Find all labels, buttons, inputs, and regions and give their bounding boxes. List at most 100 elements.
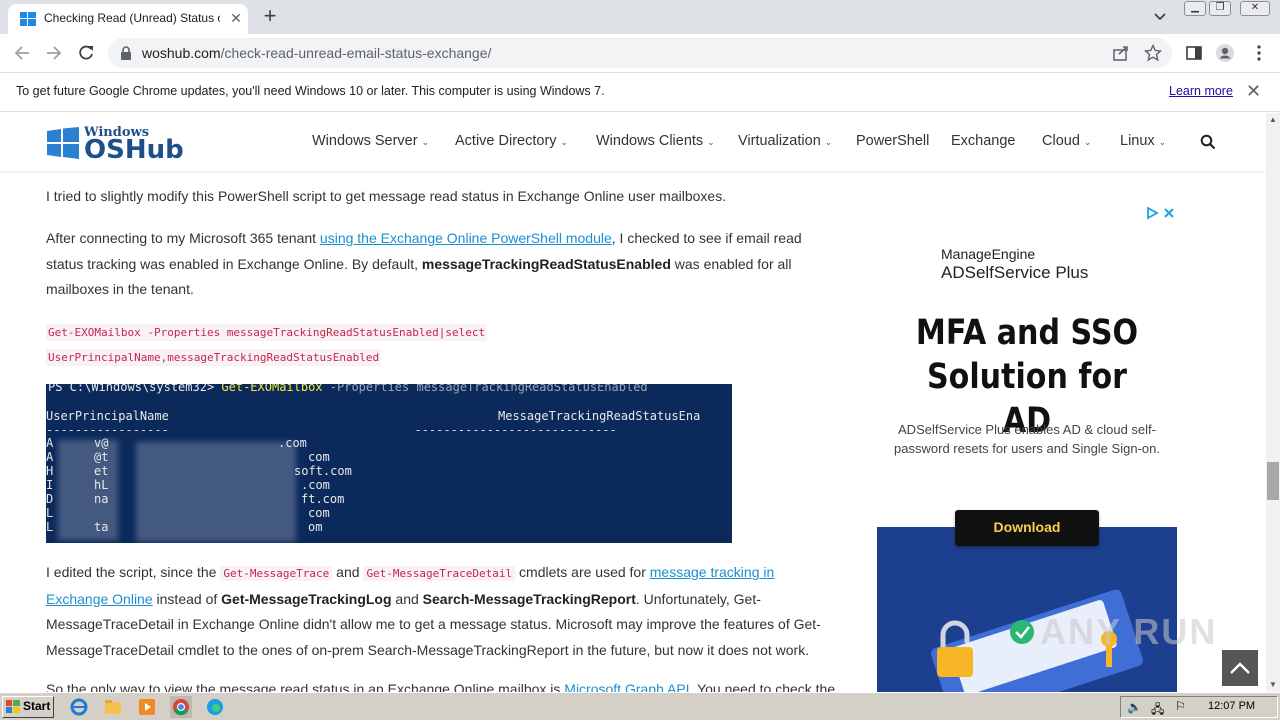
nav-label: Windows Clients	[596, 133, 704, 149]
ad-illustration[interactable]	[877, 527, 1177, 692]
chevron-down-icon: ⌄	[1158, 137, 1167, 147]
ps-prompt: PS C:\Windows\system32>	[48, 384, 222, 394]
learn-more-link[interactable]: Learn more	[1169, 84, 1233, 98]
paragraph-1: I tried to slightly modify this PowerShe…	[46, 188, 727, 204]
text: instead of	[152, 590, 222, 607]
text: and	[332, 564, 364, 580]
url-path: /check-read-unread-email-status-exchange…	[220, 45, 492, 61]
nav-powershell[interactable]: PowerShell	[856, 133, 929, 149]
nav-windows-clients[interactable]: Windows Clients ⌄	[596, 133, 715, 149]
bookmark-star-icon[interactable]	[1144, 44, 1162, 62]
share-icon[interactable]	[1112, 44, 1130, 62]
exchange-online-powershell-link[interactable]: using the Exchange Online PowerShell mod…	[320, 230, 612, 246]
tab-title: Checking Read (Unread) Status of E	[44, 11, 220, 25]
ad-headline-line: MFA and SSO	[915, 313, 1139, 353]
text: cmdlets are used for	[515, 564, 650, 580]
ps-row-frag: na	[94, 492, 109, 506]
windows-logo-icon	[47, 127, 79, 159]
tab-search-chevron-icon[interactable]	[1150, 6, 1170, 26]
windows-favicon-icon	[20, 12, 36, 26]
ad-brand-line1[interactable]: ManageEngine	[941, 246, 1035, 262]
nav-active-directory[interactable]: Active Directory ⌄	[455, 133, 568, 149]
scroll-up-arrow-icon[interactable]: ▲	[1266, 113, 1280, 127]
tab-strip: Checking Read (Unread) Status of E ✕ + ▁…	[0, 0, 1280, 34]
menu-kebab-icon[interactable]	[1249, 43, 1269, 63]
ps-row: A	[46, 436, 53, 450]
reload-icon[interactable]	[76, 43, 96, 63]
volume-icon[interactable]: 🔈	[1127, 700, 1142, 714]
paragraph-3: I edited the script, since the Get-Messa…	[46, 560, 826, 663]
back-to-top-button[interactable]	[1222, 650, 1258, 686]
infobar-message: To get future Google Chrome updates, you…	[16, 84, 605, 98]
network-icon[interactable]: 🖧	[1151, 700, 1164, 721]
ps-row-frag: hL	[94, 478, 109, 492]
lock-icon[interactable]	[120, 46, 132, 60]
infobar-close-icon[interactable]: ✕	[1246, 81, 1261, 101]
redaction-blur	[136, 442, 296, 542]
close-window-button[interactable]: ✕	[1240, 1, 1270, 16]
back-icon[interactable]	[12, 43, 32, 63]
ps-row-end: om	[308, 520, 323, 534]
ad-choices-icon[interactable]	[1146, 206, 1176, 220]
ps-row: A	[46, 450, 54, 464]
update-infobar: To get future Google Chrome updates, you…	[0, 72, 1280, 112]
ie-icon[interactable]	[68, 696, 90, 718]
vertical-scrollbar[interactable]	[1266, 113, 1280, 692]
nav-windows-server[interactable]: Windows Server ⌄	[312, 133, 429, 149]
minimize-button[interactable]: ▁	[1184, 1, 1206, 16]
code-block: Get-EXOMailbox -Properties messageTracki…	[46, 320, 606, 370]
nav-exchange[interactable]: Exchange	[951, 133, 1016, 149]
chrome-icon[interactable]	[170, 696, 192, 718]
logo-text-big: OSHub	[84, 135, 184, 165]
inline-code: Get-MessageTrace	[220, 566, 333, 581]
new-tab-button[interactable]: +	[258, 4, 282, 28]
browser-tab[interactable]: Checking Read (Unread) Status of E ✕	[8, 4, 248, 34]
edge-icon[interactable]	[204, 696, 226, 718]
bold-text: Get-MessageTrackingLog	[221, 590, 392, 607]
ps-command: Get-EXOMailbox	[221, 384, 323, 394]
scroll-down-arrow-icon[interactable]: ▼	[1266, 678, 1280, 692]
anyrun-watermark: ANY RUN	[1040, 611, 1218, 652]
forward-icon[interactable]	[44, 43, 64, 63]
text: I edited the script, since the	[46, 564, 221, 580]
url-text[interactable]: woshub.com/check-read-unread-email-statu…	[142, 45, 491, 61]
start-button[interactable]: Start	[2, 696, 54, 718]
nav-label: Windows Server	[312, 133, 418, 149]
nav-virtualization[interactable]: Virtualization ⌄	[738, 133, 832, 149]
media-player-icon[interactable]	[136, 696, 158, 718]
ad-brand-line2[interactable]: ADSelfService Plus	[941, 263, 1088, 283]
ad-download-button[interactable]: Download	[955, 510, 1099, 546]
browser-toolbar: woshub.com/check-read-unread-email-statu…	[0, 34, 1280, 72]
profile-avatar-icon[interactable]	[1215, 43, 1235, 63]
chevron-up-icon	[1230, 662, 1250, 674]
security-illustration-icon	[931, 589, 1143, 692]
nav-label: Virtualization	[738, 133, 821, 149]
side-panel-icon[interactable]	[1184, 43, 1204, 63]
ad-description[interactable]: ADSelfService Plus enables AD & cloud se…	[877, 420, 1177, 458]
nav-cloud[interactable]: Cloud ⌄	[1042, 133, 1091, 149]
row-start: A	[46, 436, 54, 450]
graph-api-link[interactable]: Microsoft Graph API	[564, 681, 689, 692]
restore-button[interactable]: ❐	[1209, 1, 1231, 16]
scrollbar-thumb[interactable]	[1267, 462, 1279, 500]
action-center-flag-icon[interactable]: ⚐	[1175, 699, 1186, 713]
start-label: Start	[23, 699, 51, 713]
bold-text: Search-MessageTrackingReport	[422, 590, 636, 607]
ps-row-end: .com	[301, 478, 330, 492]
taskbar-clock[interactable]: 12:07 PM	[1208, 700, 1255, 712]
page-content: I tried to slightly modify this PowerShe…	[0, 171, 1266, 692]
tab-close-icon[interactable]: ✕	[228, 10, 244, 26]
site-header: Windows OSHub Windows Server ⌄ Active Dir…	[0, 113, 1266, 171]
chevron-down-icon: ⌄	[707, 137, 715, 147]
text: So the only way to view the message read…	[46, 681, 565, 692]
search-icon[interactable]	[1200, 134, 1216, 150]
ps-separator: ----------------- ----------------------…	[46, 423, 617, 437]
ps-row: I	[46, 478, 54, 492]
address-bar[interactable]: woshub.com/check-read-unread-email-statu…	[108, 38, 1172, 68]
redaction-blur	[58, 440, 118, 540]
explorer-folder-icon[interactable]	[102, 696, 124, 718]
text: and	[391, 590, 423, 607]
nav-linux[interactable]: Linux ⌄	[1120, 133, 1166, 149]
site-logo[interactable]: Windows OSHub	[46, 125, 186, 165]
ps-row-end: ft.com	[301, 492, 345, 506]
